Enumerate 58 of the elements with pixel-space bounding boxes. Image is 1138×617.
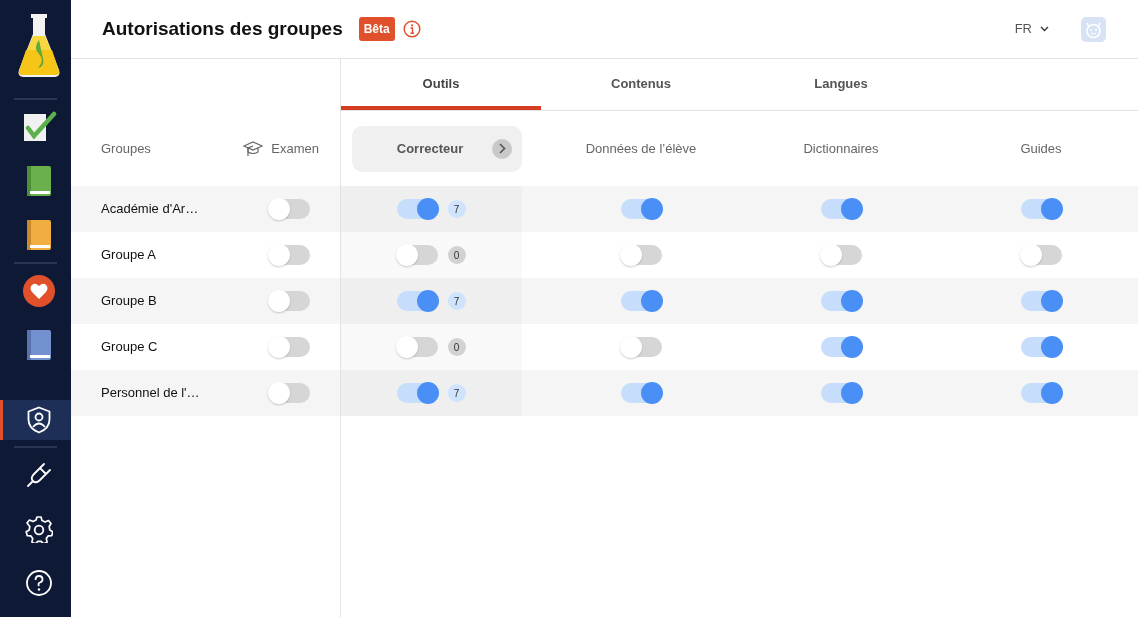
toggle-switch[interactable] [269, 291, 310, 311]
shield-user-icon[interactable] [25, 406, 52, 434]
toggle-switch[interactable] [1020, 245, 1062, 265]
toggle-switch[interactable] [269, 199, 310, 219]
group-name: Académie d'Ar… [101, 200, 199, 219]
group-name: Personnel de l'… [101, 384, 200, 403]
toggle-switch[interactable] [1020, 291, 1062, 311]
toggle-switch[interactable] [820, 291, 862, 311]
toggle-switch[interactable] [620, 245, 662, 265]
book-icon[interactable] [25, 219, 52, 251]
toggle-switch[interactable] [396, 199, 438, 219]
tab[interactable]: Contenus [541, 59, 741, 110]
toggle-switch[interactable] [620, 199, 662, 219]
toggle-switch[interactable] [1020, 337, 1062, 357]
toggle-switch[interactable] [1020, 199, 1062, 219]
toggle-switch[interactable] [269, 245, 310, 265]
column-header: Guides [1020, 139, 1062, 158]
group-name: Groupe C [101, 338, 158, 357]
tab[interactable]: Langues [741, 59, 941, 110]
toggle-switch[interactable] [269, 383, 310, 403]
toggle-switch[interactable] [620, 383, 662, 403]
language-dropdown[interactable]: FR [1008, 18, 1055, 40]
chevron-right-icon [498, 143, 506, 154]
toggle-switch[interactable] [269, 337, 310, 357]
column-header[interactable]: Correcteur [352, 125, 522, 172]
column-header: Dictionnaires [803, 139, 879, 158]
toggle-switch[interactable] [620, 337, 662, 357]
info-icon[interactable] [402, 20, 421, 38]
tab[interactable]: Outils [341, 59, 541, 110]
page-title: Autorisations des groupes [102, 16, 343, 41]
toggle-switch[interactable] [396, 291, 438, 311]
book-icon[interactable] [25, 329, 52, 361]
group-name: Groupe B [101, 292, 157, 311]
column-header: Données de l’élève [585, 139, 697, 158]
book-icon[interactable] [25, 165, 52, 197]
group-name: Groupe A [101, 246, 156, 265]
count-badge: 7 [447, 200, 466, 218]
beta-badge: Bêta [358, 17, 395, 41]
count-badge: 0 [447, 246, 466, 264]
toggle-switch[interactable] [396, 245, 438, 265]
toggle-switch[interactable] [820, 383, 862, 403]
column-header: Groupes [101, 139, 151, 158]
toggle-switch[interactable] [820, 199, 862, 219]
column-header: Examen [271, 139, 319, 158]
help-icon[interactable] [24, 569, 53, 597]
settings-icon[interactable] [24, 515, 53, 543]
caret-icon [1040, 26, 1049, 32]
toggle-switch[interactable] [396, 383, 438, 403]
toggle-switch[interactable] [620, 291, 662, 311]
toggle-switch[interactable] [820, 245, 862, 265]
plug-icon[interactable] [24, 461, 53, 489]
toggle-switch[interactable] [1020, 383, 1062, 403]
count-badge: 0 [447, 338, 466, 356]
chevron-button[interactable] [492, 138, 512, 159]
toggle-switch[interactable] [820, 337, 862, 357]
count-badge: 7 [447, 384, 466, 402]
count-badge: 7 [447, 292, 466, 310]
toggle-switch[interactable] [396, 337, 438, 357]
